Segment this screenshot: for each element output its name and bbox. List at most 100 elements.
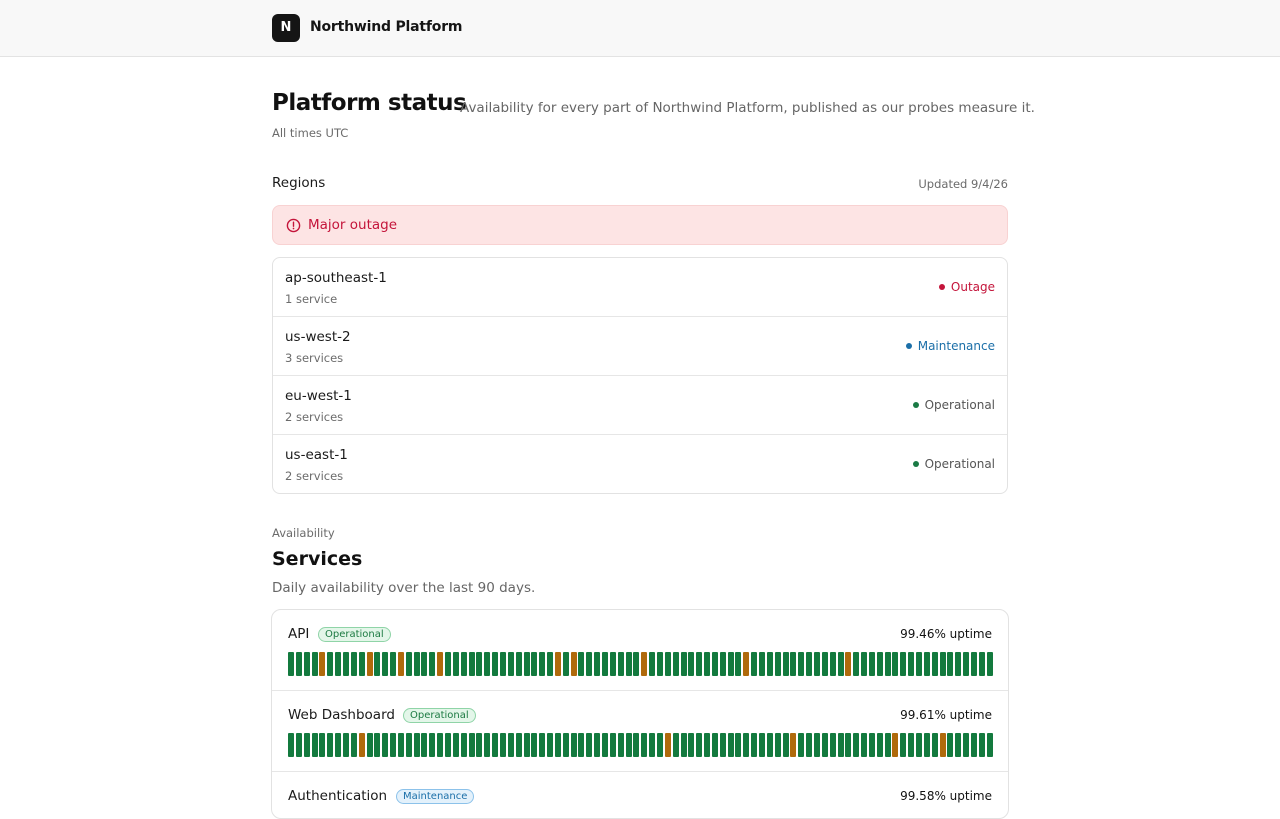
uptime-day-bar[interactable] (594, 733, 601, 757)
uptime-day-bar[interactable] (539, 652, 546, 676)
uptime-day-bar[interactable] (986, 733, 993, 757)
uptime-day-bar[interactable] (829, 652, 836, 676)
uptime-day-bar[interactable] (390, 733, 397, 757)
uptime-day-bar[interactable] (727, 652, 734, 676)
uptime-day-bar[interactable] (531, 733, 538, 757)
uptime-day-bar[interactable] (798, 733, 805, 757)
uptime-day-bar[interactable] (774, 652, 781, 676)
uptime-day-bar[interactable] (468, 733, 475, 757)
uptime-day-bar[interactable] (397, 652, 404, 676)
uptime-day-bar[interactable] (499, 652, 506, 676)
uptime-day-bar[interactable] (955, 652, 962, 676)
uptime-day-bar[interactable] (303, 652, 310, 676)
uptime-day-bar[interactable] (437, 733, 444, 757)
service-row[interactable]: Authentication Maintenance 99.58% uptime (272, 772, 1008, 818)
uptime-day-bar[interactable] (350, 733, 357, 757)
uptime-day-bar[interactable] (916, 652, 922, 676)
uptime-day-bar[interactable] (429, 652, 436, 676)
uptime-day-bar[interactable] (978, 733, 985, 757)
uptime-day-bar[interactable] (664, 652, 671, 676)
uptime-day-bar[interactable] (445, 652, 451, 676)
uptime-day-bar[interactable] (366, 733, 373, 757)
uptime-day-bar[interactable] (570, 652, 577, 676)
uptime-day-bar[interactable] (782, 652, 789, 676)
uptime-day-bar[interactable] (845, 652, 852, 676)
uptime-day-bar[interactable] (602, 733, 608, 757)
uptime-day-bar[interactable] (782, 733, 789, 757)
uptime-day-bar[interactable] (813, 733, 820, 757)
uptime-day-bar[interactable] (947, 652, 954, 676)
uptime-day-bar[interactable] (609, 733, 616, 757)
uptime-day-bar[interactable] (617, 733, 624, 757)
uptime-day-bar[interactable] (876, 652, 883, 676)
uptime-day-bar[interactable] (821, 733, 828, 757)
uptime-day-bar[interactable] (751, 733, 758, 757)
uptime-day-bar[interactable] (421, 733, 428, 757)
uptime-day-bar[interactable] (672, 733, 679, 757)
uptime-day-bar[interactable] (963, 733, 970, 757)
uptime-day-bar[interactable] (476, 733, 483, 757)
uptime-day-bar[interactable] (766, 652, 773, 676)
uptime-day-bar[interactable] (978, 652, 985, 676)
uptime-day-bar[interactable] (570, 733, 577, 757)
uptime-day-bar[interactable] (790, 733, 797, 757)
uptime-day-bar[interactable] (656, 652, 663, 676)
uptime-day-bar[interactable] (696, 733, 703, 757)
uptime-day-bar[interactable] (327, 733, 334, 757)
uptime-day-bar[interactable] (578, 652, 585, 676)
uptime-day-bar[interactable] (931, 733, 938, 757)
uptime-day-bar[interactable] (641, 733, 648, 757)
uptime-day-bar[interactable] (711, 733, 718, 757)
uptime-day-bar[interactable] (625, 733, 632, 757)
uptime-day-bar[interactable] (539, 733, 546, 757)
uptime-day-bar[interactable] (335, 652, 342, 676)
uptime-day-bar[interactable] (806, 652, 813, 676)
uptime-day-bar[interactable] (837, 733, 844, 757)
uptime-day-bar[interactable] (751, 652, 758, 676)
uptime-day-bar[interactable] (295, 652, 302, 676)
uptime-day-bar[interactable] (342, 733, 349, 757)
uptime-day-bar[interactable] (735, 733, 742, 757)
uptime-day-bar[interactable] (460, 733, 467, 757)
uptime-day-bar[interactable] (413, 652, 420, 676)
uptime-day-bar[interactable] (397, 733, 404, 757)
uptime-day-bar[interactable] (531, 652, 538, 676)
uptime-day-bar[interactable] (861, 733, 868, 757)
region-row[interactable]: us-west-2 3 services Maintenance (273, 317, 1007, 376)
uptime-day-bar[interactable] (594, 652, 601, 676)
uptime-day-bar[interactable] (523, 652, 530, 676)
uptime-day-bar[interactable] (499, 733, 506, 757)
uptime-bars[interactable] (288, 733, 993, 757)
uptime-day-bar[interactable] (547, 733, 554, 757)
uptime-day-bar[interactable] (649, 733, 656, 757)
uptime-day-bar[interactable] (892, 652, 899, 676)
uptime-day-bar[interactable] (295, 733, 302, 757)
uptime-day-bar[interactable] (876, 733, 883, 757)
uptime-day-bar[interactable] (923, 652, 930, 676)
uptime-day-bar[interactable] (405, 652, 412, 676)
service-row[interactable]: Web Dashboard Operational 99.61% uptime (272, 691, 1008, 772)
uptime-day-bar[interactable] (970, 652, 977, 676)
uptime-day-bar[interactable] (923, 733, 930, 757)
uptime-day-bar[interactable] (688, 733, 695, 757)
uptime-day-bar[interactable] (515, 652, 522, 676)
uptime-day-bar[interactable] (680, 733, 687, 757)
uptime-day-bar[interactable] (382, 652, 389, 676)
uptime-day-bar[interactable] (853, 652, 860, 676)
uptime-day-bar[interactable] (492, 733, 499, 757)
uptime-day-bar[interactable] (358, 733, 365, 757)
uptime-day-bar[interactable] (900, 652, 907, 676)
uptime-day-bar[interactable] (861, 652, 868, 676)
uptime-day-bar[interactable] (445, 733, 451, 757)
uptime-day-bar[interactable] (884, 652, 891, 676)
uptime-day-bar[interactable] (460, 652, 467, 676)
uptime-day-bar[interactable] (813, 652, 820, 676)
uptime-day-bar[interactable] (429, 733, 436, 757)
uptime-day-bar[interactable] (327, 652, 334, 676)
uptime-day-bar[interactable] (916, 733, 922, 757)
uptime-day-bar[interactable] (311, 733, 318, 757)
uptime-day-bar[interactable] (963, 652, 970, 676)
service-row[interactable]: API Operational 99.46% uptime (272, 610, 1008, 691)
uptime-day-bar[interactable] (853, 733, 860, 757)
uptime-day-bar[interactable] (759, 733, 765, 757)
